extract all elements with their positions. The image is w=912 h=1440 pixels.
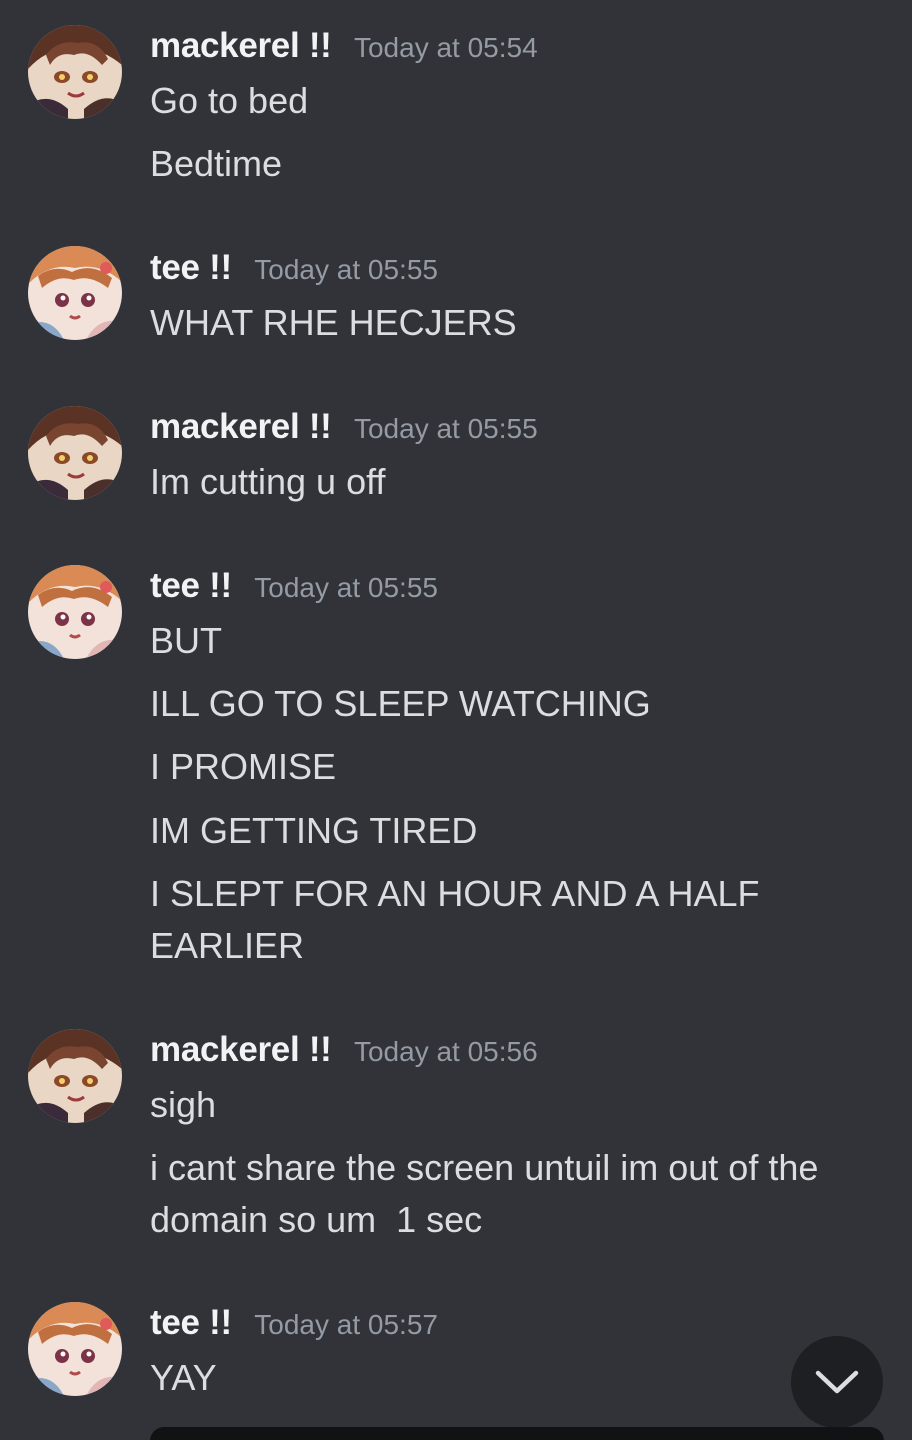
user-avatar[interactable]	[28, 1302, 122, 1396]
message-text: Bedtime	[150, 143, 283, 184]
username[interactable]: mackerel !!	[150, 407, 332, 446]
message-header: tee !! Today at 05:55	[150, 566, 438, 606]
message-text: YAY	[150, 1357, 217, 1398]
message-text: IM GETTING TIRED	[150, 810, 478, 851]
user-avatar[interactable]	[28, 565, 122, 659]
message-text: WHAT RHE HECJERS	[150, 302, 517, 343]
message-header: mackerel !! Today at 05:56	[150, 1030, 538, 1070]
message-header: tee !! Today at 05:55	[150, 248, 438, 288]
message-header: mackerel !! Today at 05:54	[150, 26, 538, 66]
timestamp: Today at 05:56	[353, 1036, 538, 1067]
timestamp: Today at 05:54	[353, 32, 538, 63]
message-text: ILL GO TO SLEEP WATCHING	[150, 683, 651, 724]
username[interactable]: tee !!	[150, 1303, 232, 1342]
scroll-to-bottom-button[interactable]	[791, 1336, 883, 1428]
timestamp: Today at 05:55	[254, 572, 438, 603]
username[interactable]: tee !!	[150, 566, 232, 605]
timestamp: Today at 05:55	[254, 254, 438, 285]
message-text: Im cutting u off	[150, 461, 386, 502]
chevron-down-icon	[815, 1370, 859, 1394]
timestamp: Today at 05:57	[254, 1309, 438, 1340]
username[interactable]: mackerel !!	[150, 1030, 332, 1069]
user-avatar[interactable]	[28, 246, 122, 340]
user-avatar[interactable]	[28, 25, 122, 119]
username[interactable]: tee !!	[150, 248, 232, 287]
message-text: BUT	[150, 620, 222, 661]
message-header: mackerel !! Today at 05:55	[150, 407, 538, 447]
user-avatar[interactable]	[28, 406, 122, 500]
message-text: sigh	[150, 1084, 217, 1125]
user-avatar[interactable]	[28, 1029, 122, 1123]
message-text: I PROMISE	[150, 746, 337, 787]
message-text: Go to bed	[150, 80, 309, 121]
message-header: tee !! Today at 05:57	[150, 1303, 438, 1343]
message-input-bar[interactable]	[150, 1427, 884, 1440]
timestamp: Today at 05:55	[353, 413, 538, 444]
message-text: i cant share the screen untuil im out of…	[150, 1147, 829, 1240]
username[interactable]: mackerel !!	[150, 26, 332, 65]
message-text: I SLEPT FOR AN HOUR AND A HALF EARLIER	[150, 873, 770, 966]
